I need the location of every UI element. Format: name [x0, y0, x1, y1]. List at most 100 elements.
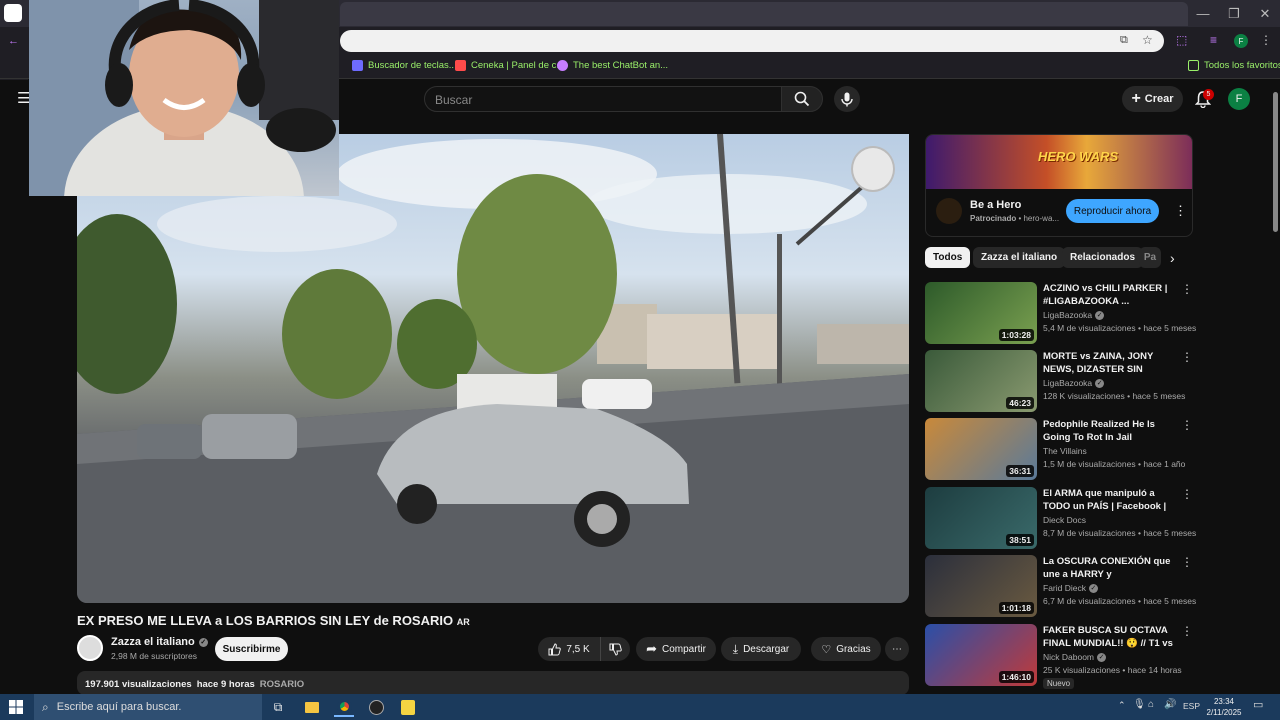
ad-cta-button[interactable]: Reproducir ahora: [1066, 199, 1159, 223]
search-button[interactable]: [781, 86, 823, 112]
taskbar-search[interactable]: ⌕ Escribe aquí para buscar.: [34, 694, 262, 720]
close-icon[interactable]: ✕: [1250, 0, 1280, 27]
chevron-right-icon[interactable]: ›: [1170, 250, 1175, 266]
microphone-tray-icon[interactable]: 🎙: [1133, 699, 1146, 710]
recommendation-item[interactable]: 36:31 Pedophile Realized He Is Going To …: [925, 418, 1193, 480]
network-icon[interactable]: ⌂: [1148, 699, 1154, 710]
rec-title[interactable]: MORTE vs ZAINA, JONY NEWS, DIZASTER SIN …: [1043, 350, 1173, 377]
media-queue-icon[interactable]: ≡: [1210, 33, 1217, 47]
video-thumbnail[interactable]: 36:31: [925, 418, 1037, 480]
hashtag[interactable]: ROSARIO: [260, 679, 304, 690]
video-thumbnail[interactable]: 1:03:28: [925, 282, 1037, 344]
rec-menu-icon[interactable]: ⋮: [1181, 488, 1193, 500]
sponsored-label: Patrocinado: [970, 214, 1017, 223]
channel-name[interactable]: Zazza el italiano ✓: [111, 636, 208, 648]
channel-avatar[interactable]: [77, 635, 103, 661]
chip-channel[interactable]: Zazza el italiano: [973, 247, 1066, 268]
verified-icon: ✓: [1097, 652, 1107, 662]
video-thumbnail[interactable]: 46:23: [925, 350, 1037, 412]
recommendation-item[interactable]: 46:23 MORTE vs ZAINA, JONY NEWS, DIZASTE…: [925, 350, 1193, 412]
rec-menu-icon[interactable]: ⋮: [1181, 625, 1193, 637]
video-thumbnail[interactable]: 1:01:18: [925, 555, 1037, 617]
account-avatar[interactable]: F: [1228, 88, 1250, 110]
ad-sponsor-line: Patrocinado • hero-wa...: [970, 214, 1060, 223]
volume-icon[interactable]: 🔊: [1164, 699, 1176, 710]
recommendation-item[interactable]: 38:51 El ARMA que manipuló a TODO un PAÍ…: [925, 487, 1196, 549]
restore-icon[interactable]: ❐: [1219, 0, 1249, 27]
rec-channel-name: Dieck Docs: [1043, 515, 1086, 525]
rec-menu-icon[interactable]: ⋮: [1181, 351, 1193, 363]
profile-icon[interactable]: F: [1234, 34, 1248, 48]
rec-channel[interactable]: Farid Dieck ✓: [1043, 583, 1098, 593]
chip-related[interactable]: Relacionados: [1062, 247, 1144, 268]
video-thumbnail[interactable]: 38:51: [925, 487, 1037, 549]
back-icon[interactable]: ←: [8, 35, 19, 47]
rec-menu-icon[interactable]: ⋮: [1181, 283, 1193, 295]
microphone-icon: [841, 92, 853, 106]
rec-channel[interactable]: Dieck Docs: [1043, 515, 1086, 525]
task-view-icon[interactable]: ⧉: [268, 697, 288, 717]
rec-menu-icon[interactable]: ⋮: [1181, 419, 1193, 431]
chrome-icon[interactable]: [334, 697, 354, 717]
chip-more[interactable]: Pa: [1139, 247, 1161, 268]
bookmark-item[interactable]: The best ChatBot an...: [557, 60, 668, 71]
description-box[interactable]: 197.901 visualizaciones hace 9 horas ROS…: [77, 671, 909, 695]
recommendation-item[interactable]: 1:46:10 FAKER BUSCA SU OCTAVA FINAL MUND…: [925, 624, 1193, 690]
language-indicator[interactable]: ESP: [1183, 701, 1200, 711]
thumbs-down-icon: [609, 643, 622, 656]
search-input[interactable]: Buscar: [424, 86, 782, 112]
rec-channel[interactable]: LigaBazooka ✓: [1043, 378, 1105, 388]
sponsored-ad[interactable]: HERO WARS Be a Hero Patrocinado • hero-w…: [925, 134, 1193, 237]
voice-search-button[interactable]: [834, 86, 860, 112]
rec-channel[interactable]: LigaBazooka ✓: [1043, 310, 1105, 320]
windows-start-icon[interactable]: [9, 700, 23, 719]
file-explorer-icon[interactable]: [302, 697, 322, 717]
download-button[interactable]: ⤓ Descargar: [721, 637, 801, 661]
webcam-overlay: [29, 0, 339, 196]
thanks-button[interactable]: ♡ Gracias: [811, 637, 881, 661]
download-label: Descargar: [743, 643, 790, 655]
tray-chevron-icon[interactable]: ⌃: [1118, 700, 1126, 711]
more-actions-button[interactable]: ⋯: [885, 637, 909, 661]
notification-center-icon[interactable]: ▭: [1253, 698, 1263, 711]
subscribe-button[interactable]: Suscribirme: [215, 637, 288, 661]
rec-channel[interactable]: The Villains: [1043, 446, 1087, 456]
rec-title[interactable]: El ARMA que manipuló a TODO un PAÍS | Fa…: [1043, 487, 1173, 514]
ad-menu-icon[interactable]: ⋮: [1174, 203, 1187, 219]
browser-menu-icon[interactable]: [4, 4, 22, 22]
bookmark-item[interactable]: Ceneka | Panel de c...: [455, 60, 564, 71]
rec-title[interactable]: La OSCURA CONEXIÓN que une a HARRY y VOL…: [1043, 555, 1173, 582]
channel-watermark-icon[interactable]: [851, 146, 895, 192]
bookmark-item[interactable]: Buscador de teclas...: [352, 60, 457, 71]
scrollbar-thumb[interactable]: [1273, 92, 1278, 232]
taskbar-clock[interactable]: 23:34 2/11/2025: [1200, 696, 1248, 718]
recommendation-item[interactable]: 1:03:28 ACZINO vs CHILI PARKER | #LIGABA…: [925, 282, 1196, 344]
bookmark-star-icon[interactable]: ☆: [1142, 33, 1153, 47]
extensions-icon[interactable]: ⬚: [1176, 33, 1187, 47]
rec-title[interactable]: FAKER BUSCA SU OCTAVA FINAL MUNDIAL!! 😲 …: [1043, 624, 1173, 651]
video-player[interactable]: [77, 134, 909, 603]
install-icon[interactable]: ⧉: [1120, 34, 1128, 47]
rec-menu-icon[interactable]: ⋮: [1181, 556, 1193, 568]
obs-icon[interactable]: [366, 697, 386, 717]
notes-app-icon[interactable]: [398, 697, 418, 717]
rec-channel[interactable]: Nick Daboom ✓: [1043, 652, 1107, 662]
address-bar[interactable]: ⧉ ☆: [340, 30, 1164, 52]
bookmark-favicon-icon: [455, 60, 466, 71]
video-thumbnail[interactable]: 1:46:10: [925, 624, 1037, 686]
chip-all[interactable]: Todos: [925, 247, 971, 268]
rec-title[interactable]: ACZINO vs CHILI PARKER | #LIGABAZOOKA ..…: [1043, 282, 1173, 308]
rec-channel-name: LigaBazooka: [1043, 310, 1093, 320]
recommendation-item[interactable]: 1:01:18 La OSCURA CONEXIÓN que une a HAR…: [925, 555, 1196, 617]
more-menu-icon[interactable]: ⋮: [1260, 33, 1272, 47]
like-button[interactable]: 7,5 K: [538, 637, 600, 661]
dislike-button[interactable]: [600, 637, 630, 661]
rec-title[interactable]: Pedophile Realized He Is Going To Rot In…: [1043, 418, 1173, 444]
ad-banner[interactable]: HERO WARS: [926, 135, 1192, 189]
create-button[interactable]: + Crear: [1122, 86, 1183, 112]
minimize-icon[interactable]: —: [1188, 0, 1218, 27]
channel-name-text: Zazza el italiano: [111, 636, 195, 648]
browser-tab-strip[interactable]: [340, 2, 1188, 26]
all-bookmarks[interactable]: Todos los favoritos: [1188, 60, 1280, 71]
share-button[interactable]: ➦ Compartir: [636, 637, 716, 661]
